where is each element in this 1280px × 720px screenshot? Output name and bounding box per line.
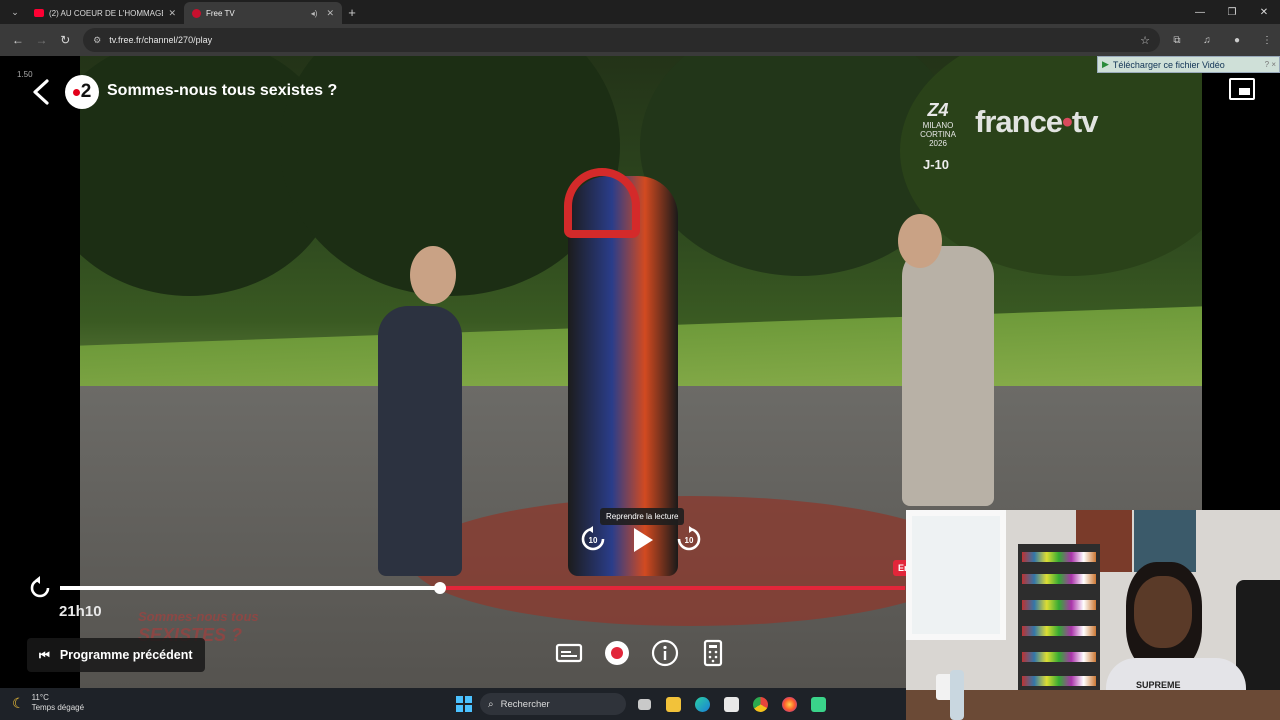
site-info-icon[interactable]: ⚙	[93, 35, 101, 46]
download-help-close[interactable]: ? ×	[1265, 60, 1279, 69]
cameraman-head	[898, 214, 942, 268]
toolbar-icons: ⧉ ♫ ● ⋮	[1164, 28, 1280, 52]
forward-button[interactable]: →	[30, 28, 54, 52]
chrome-icon[interactable]	[750, 693, 770, 715]
search-icon: ⌕	[488, 698, 494, 710]
windows-taskbar: ☾ 11°C Temps dégagé ⌕ Rechercher	[0, 688, 906, 720]
restart-icon[interactable]	[28, 576, 52, 600]
speaker-icon[interactable]: ◂)	[311, 9, 318, 18]
task-view-icon[interactable]	[634, 693, 654, 715]
tab-youtube[interactable]: (2) AU COEUR DE L'HOMMAGE ✕	[26, 2, 184, 24]
previous-program-label: Programme précédent	[59, 648, 193, 662]
machine-top	[564, 168, 640, 238]
windows-start-icon[interactable]	[456, 696, 472, 712]
free-icon	[192, 8, 201, 18]
file-explorer-icon[interactable]	[663, 693, 683, 715]
countdown-label: J-10	[923, 157, 950, 172]
download-play-icon: ▶	[1102, 59, 1109, 69]
webcam-overlay: SUPREME	[906, 510, 1280, 720]
logo-dot	[72, 88, 80, 96]
remote-icon[interactable]	[699, 639, 727, 667]
tab-label: (2) AU COEUR DE L'HOMMAGE	[49, 8, 164, 18]
shirt-text: SUPREME	[1136, 680, 1181, 690]
live-badge[interactable]: En	[893, 560, 907, 576]
water-bottle	[950, 670, 964, 720]
browser-toolbar: ← → ↻ ⚙ tv.free.fr/channel/270/play ☆ ⧉ …	[0, 24, 1280, 56]
france2-logo: 2	[65, 75, 99, 109]
firefox-icon[interactable]	[779, 693, 799, 715]
tab-label: Free TV	[206, 8, 235, 18]
picture-in-picture-icon[interactable]	[1229, 78, 1255, 100]
playground-mat	[410, 496, 970, 626]
youtube-icon	[34, 9, 44, 17]
francetv-france: france	[975, 104, 1063, 139]
minimize-button[interactable]: —	[1184, 0, 1216, 24]
tab-search-button[interactable]: ⌄	[4, 1, 26, 23]
app-icon[interactable]	[808, 693, 828, 715]
restore-button[interactable]: ❐	[1216, 0, 1248, 24]
logo-number: 2	[80, 81, 92, 102]
olympics-logo: Z4 MILANO CORTINA 2026	[920, 100, 956, 148]
edge-icon[interactable]	[692, 693, 712, 715]
room-window	[906, 510, 1006, 640]
resume-tooltip: Reprendre la lecture	[600, 508, 685, 525]
weather-widget[interactable]: ☾ 11°C Temps dégagé	[12, 693, 84, 713]
store-icon[interactable]	[721, 693, 741, 715]
program-title: Sommes-nous tous sexistes ?	[107, 82, 338, 99]
progress-handle[interactable]	[434, 582, 446, 594]
address-bar[interactable]: ⚙ tv.free.fr/channel/270/play ☆	[83, 28, 1160, 52]
francetv-tv: tv	[1071, 104, 1099, 139]
bookshelf	[1018, 544, 1100, 694]
progress-played	[60, 586, 440, 590]
media-icon[interactable]: ♫	[1194, 28, 1220, 52]
close-window-button[interactable]: ✕	[1248, 0, 1280, 24]
taskbar-search[interactable]: ⌕ Rechercher	[480, 693, 626, 715]
progress-bar[interactable]	[60, 582, 905, 594]
svg-text:10: 10	[589, 536, 598, 545]
francetv-logo: france•tv	[975, 104, 1099, 140]
back-arrow-icon[interactable]	[30, 78, 54, 106]
close-tab-icon[interactable]: ✕	[326, 8, 334, 19]
cameraman	[902, 246, 994, 506]
taskbar-apps	[634, 693, 828, 715]
screen: ⌄ (2) AU COEUR DE L'HOMMAGE ✕ Free TV ◂)…	[0, 0, 1280, 720]
subtitles-icon[interactable]	[555, 639, 583, 667]
moon-icon: ☾	[12, 694, 25, 711]
player-bottom-controls	[555, 639, 727, 667]
back-button[interactable]: ←	[6, 28, 30, 52]
reload-button[interactable]: ↻	[53, 28, 77, 52]
extensions-icon[interactable]: ⧉	[1164, 28, 1190, 52]
play-icon[interactable]	[631, 526, 655, 554]
man-in-suit	[378, 306, 462, 576]
man-head	[410, 246, 456, 304]
svg-text:10: 10	[685, 536, 694, 545]
new-tab-button[interactable]: +	[342, 5, 362, 20]
url-text: tv.free.fr/channel/270/play	[109, 35, 213, 45]
forward-10-icon[interactable]: 10	[676, 526, 702, 552]
download-video-bar[interactable]: ▶ Télécharger ce fichier Vidéo ? ×	[1097, 56, 1280, 73]
olympics-text: MILANO CORTINA 2026	[920, 121, 956, 148]
previous-program-button[interactable]: ⏮ Programme précédent	[27, 638, 205, 672]
francetv-dot: •	[1062, 104, 1073, 139]
close-tab-icon[interactable]: ✕	[168, 8, 176, 19]
record-icon[interactable]	[603, 639, 631, 667]
download-label: Télécharger ce fichier Vidéo	[1112, 59, 1225, 70]
browser-tab-strip: ⌄ (2) AU COEUR DE L'HOMMAGE ✕ Free TV ◂)…	[0, 0, 1280, 24]
profile-icon[interactable]: ●	[1224, 28, 1250, 52]
window-controls: — ❐ ✕	[1184, 0, 1280, 24]
skip-previous-icon: ⏮	[39, 647, 50, 662]
time-label: 21h10	[59, 603, 102, 620]
rewind-10-icon[interactable]: 10	[580, 526, 606, 552]
olympics-mark: Z4	[927, 100, 949, 120]
bookmark-star-icon[interactable]: ☆	[1140, 34, 1150, 47]
weather-text: Temps dégagé	[31, 703, 85, 712]
streamer-face	[1134, 576, 1192, 648]
tab-free-tv[interactable]: Free TV ◂) ✕	[184, 2, 342, 24]
menu-icon[interactable]: ⋮	[1254, 28, 1280, 52]
temperature: 11°C	[31, 693, 49, 702]
search-placeholder: Rechercher	[500, 698, 550, 710]
watermark-line: Sommes-nous tous	[138, 609, 259, 624]
info-icon[interactable]	[651, 639, 679, 667]
